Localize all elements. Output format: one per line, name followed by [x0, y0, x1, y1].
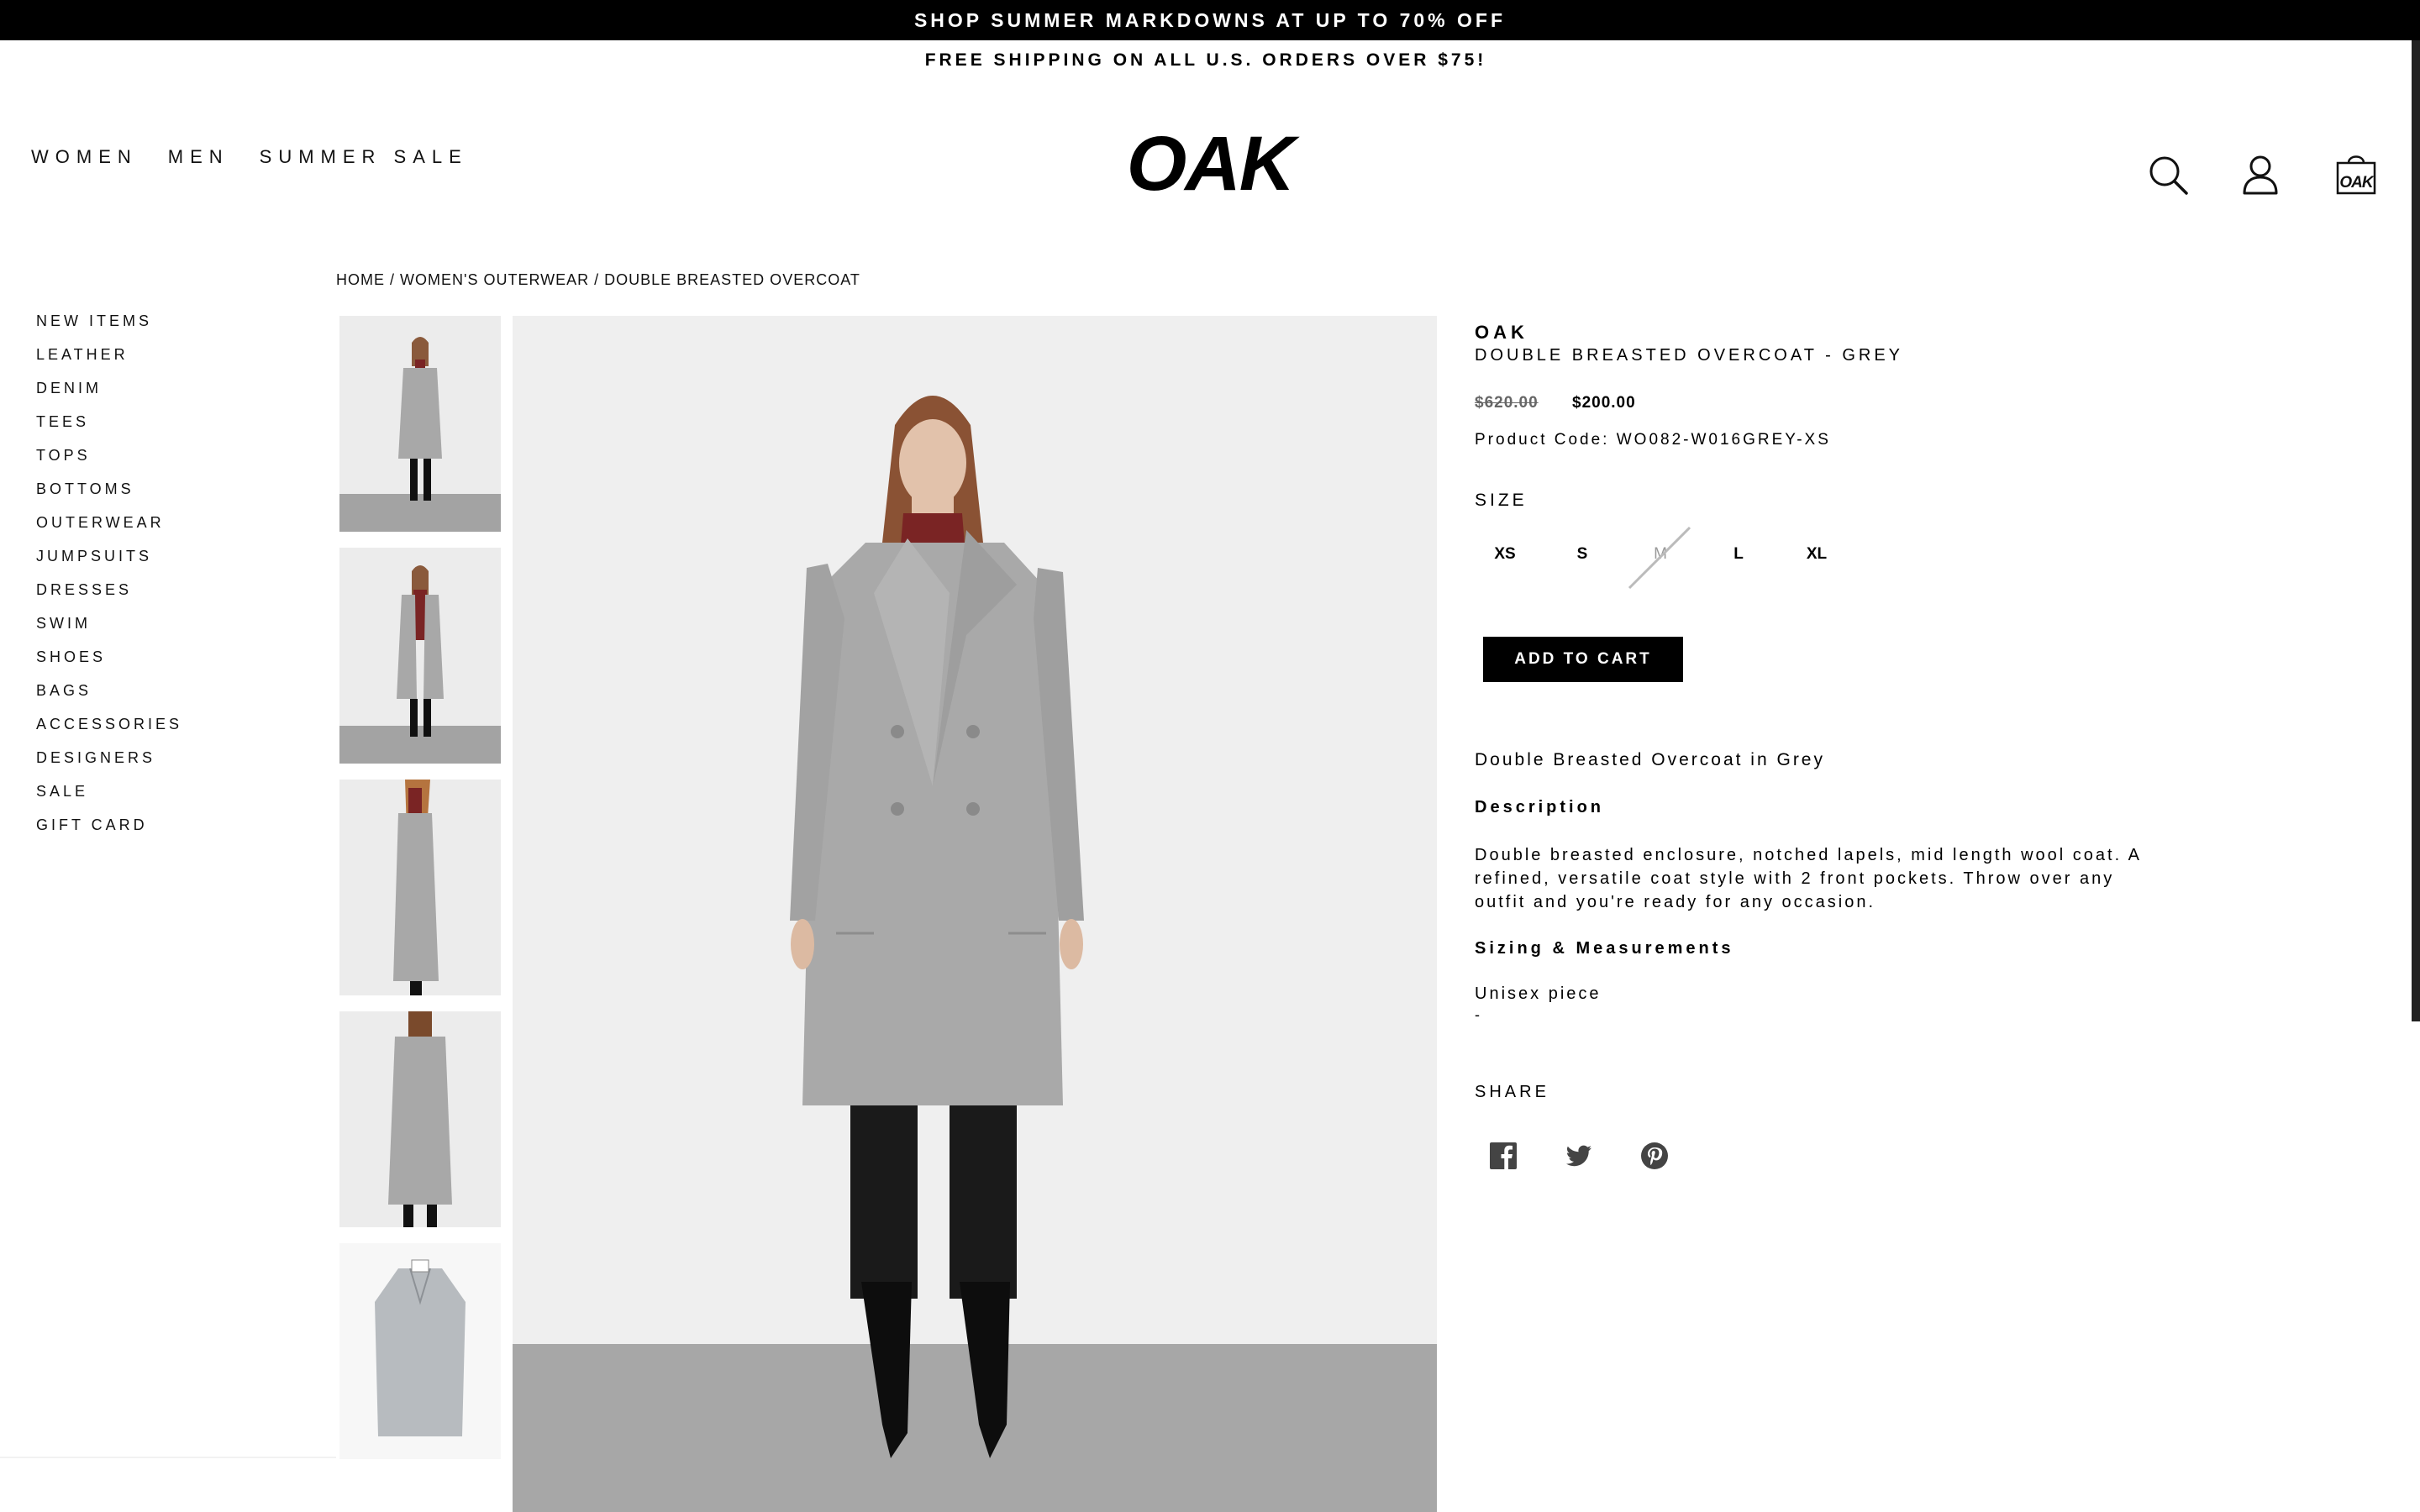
footer-divider — [0, 1457, 336, 1458]
share-label: SHARE — [1475, 1083, 1549, 1101]
breadcrumb-womens-outerwear[interactable]: WOMEN'S OUTERWEAR — [400, 271, 589, 288]
pinterest-icon[interactable] — [1639, 1141, 1670, 1171]
thumbnail-back[interactable] — [339, 1011, 501, 1227]
sidebar-item-gift-card[interactable]: GIFT CARD — [36, 816, 182, 850]
product-title: DOUBLE BREASTED OVERCOAT - GREY — [1475, 346, 1904, 365]
size-option-s[interactable]: S — [1550, 538, 1614, 571]
sidebar-item-bottoms[interactable]: BOTTOMS — [36, 480, 182, 514]
sale-price: $200.00 — [1572, 394, 1636, 412]
size-option-xs[interactable]: XS — [1473, 538, 1537, 571]
sizing-text: Unisex piece — [1475, 984, 1602, 1003]
product-main-image[interactable] — [513, 316, 1437, 1512]
description-text: Double breasted enclosure, notched lapel… — [1475, 846, 2141, 911]
sidebar-item-new-items[interactable]: NEW ITEMS — [36, 312, 182, 346]
main-nav: WOMEN MEN SUMMER SALE — [31, 146, 468, 168]
thumbnail-front[interactable] — [339, 316, 501, 532]
sidebar-item-tops[interactable]: TOPS — [36, 447, 182, 480]
thumbnail-side[interactable] — [339, 780, 501, 995]
product-code: Product Code: WO082-W016GREY-XS — [1475, 431, 1831, 449]
cart-logo-text: OAK — [2339, 174, 2375, 192]
breadcrumb: HOME / WOMEN'S OUTERWEAR / DOUBLE BREASTED O… — [336, 271, 860, 289]
breadcrumb-home[interactable]: HOME — [336, 271, 385, 288]
size-option-xl[interactable]: XL — [1785, 538, 1849, 571]
thumbnail-gallery — [339, 316, 501, 1475]
sidebar-item-accessories[interactable]: ACCESSORIES — [36, 716, 182, 749]
add-to-cart-button[interactable]: ADD TO CART — [1483, 637, 1683, 682]
nav-summer-sale[interactable]: SUMMER SALE — [260, 146, 468, 168]
promo-banner[interactable]: SHOP SUMMER MARKDOWNS AT UP TO 70% OFF — [0, 0, 2420, 40]
shipping-banner: FREE SHIPPING ON ALL U.S. ORDERS OVER $7… — [924, 50, 1487, 70]
product-brand[interactable]: OAK — [1475, 322, 1528, 344]
original-price: $620.00 — [1475, 394, 1539, 412]
sidebar-item-swim[interactable]: SWIM — [36, 615, 182, 648]
page-scrollbar[interactable] — [2412, 40, 2420, 1021]
size-label: SIZE — [1475, 491, 1528, 510]
breadcrumb-separator: / — [594, 271, 600, 288]
category-sidebar: NEW ITEMS LEATHER DENIM TEES TOPS BOTTOM… — [36, 312, 182, 850]
size-unavailable-slash — [1628, 526, 1691, 590]
sizing-extra: - — [1475, 1006, 1480, 1023]
shopping-bag-icon[interactable]: OAK — [2334, 151, 2378, 195]
sidebar-item-leather[interactable]: LEATHER — [36, 346, 182, 380]
nav-women[interactable]: WOMEN — [31, 146, 138, 168]
description-heading: Description — [1475, 798, 1605, 816]
sidebar-item-sale[interactable]: SALE — [36, 783, 182, 816]
sidebar-item-shoes[interactable]: SHOES — [36, 648, 182, 682]
twitter-icon[interactable] — [1564, 1141, 1594, 1171]
product-lead: Double Breasted Overcoat in Grey — [1475, 750, 1825, 769]
thumbnail-flatlay[interactable] — [339, 1243, 501, 1459]
search-icon[interactable] — [2146, 153, 2190, 197]
nav-men[interactable]: MEN — [168, 146, 229, 168]
site-logo[interactable]: OAK — [1126, 118, 1295, 210]
thumbnail-open[interactable] — [339, 548, 501, 764]
sidebar-item-outerwear[interactable]: OUTERWEAR — [36, 514, 182, 548]
size-option-l[interactable]: L — [1707, 538, 1770, 571]
sidebar-item-tees[interactable]: TEES — [36, 413, 182, 447]
breadcrumb-current: DOUBLE BREASTED OVERCOAT — [604, 271, 860, 288]
breadcrumb-separator: / — [390, 271, 396, 288]
sidebar-item-denim[interactable]: DENIM — [36, 380, 182, 413]
sidebar-item-bags[interactable]: BAGS — [36, 682, 182, 716]
sizing-heading: Sizing & Measurements — [1475, 939, 1734, 958]
sidebar-item-jumpsuits[interactable]: JUMPSUITS — [36, 548, 182, 581]
sidebar-item-dresses[interactable]: DRESSES — [36, 581, 182, 615]
facebook-icon[interactable] — [1488, 1141, 1518, 1171]
sidebar-item-designers[interactable]: DESIGNERS — [36, 749, 182, 783]
user-icon[interactable] — [2238, 153, 2282, 197]
